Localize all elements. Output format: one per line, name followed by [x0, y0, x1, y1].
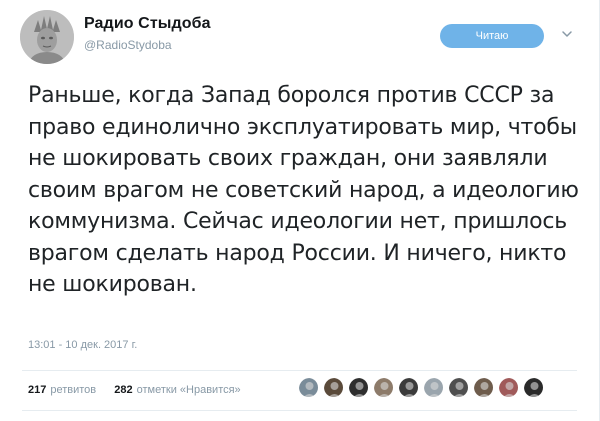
- likes-label: отметки «Нравится»: [136, 384, 241, 396]
- liker-avatar-2[interactable]: [323, 377, 344, 398]
- retweets-stat[interactable]: 217 ретвитов: [28, 384, 96, 396]
- liker-avatar-7[interactable]: [448, 377, 469, 398]
- retweets-label: ретвитов: [50, 384, 97, 396]
- following-button[interactable]: Читаю: [440, 24, 544, 48]
- user-avatar-icon: [449, 378, 468, 397]
- user-avatar-icon: [299, 378, 318, 397]
- tweet-text: Раньше, когда Запад боролся против СССР …: [28, 83, 579, 297]
- engagement-stats: 217 ретвитов 282 отметки «Нравится»: [28, 384, 241, 398]
- user-avatar-icon: [374, 378, 393, 397]
- user-avatar-icon: [524, 378, 543, 397]
- tweet-card: Радио Стыдоба @RadioStydoba Читаю Раньше…: [0, 0, 600, 421]
- user-avatar-icon: [324, 378, 343, 397]
- profile-avatar[interactable]: [20, 10, 74, 64]
- liker-avatar-3[interactable]: [348, 377, 369, 398]
- user-avatar-icon: [424, 378, 443, 397]
- user-avatar-icon: [349, 378, 368, 397]
- likes-stat[interactable]: 282 отметки «Нравится»: [114, 384, 240, 396]
- liberty-statue-icon: [20, 10, 74, 64]
- account-name[interactable]: Радио Стыдоба: [84, 15, 211, 33]
- stats-top-divider: [22, 370, 577, 371]
- user-avatar-icon: [399, 378, 418, 397]
- retweets-count: 217: [28, 384, 47, 396]
- liker-avatar-8[interactable]: [473, 377, 494, 398]
- user-avatar-icon: [474, 378, 493, 397]
- liker-avatar-1[interactable]: [298, 377, 319, 398]
- account-handle[interactable]: @RadioStydoba: [84, 38, 172, 52]
- chevron-down-icon[interactable]: [560, 27, 574, 41]
- tweet-timestamp[interactable]: 13:01 - 10 дек. 2017 г.: [28, 339, 137, 351]
- liker-avatar-4[interactable]: [373, 377, 394, 398]
- liker-avatar-10[interactable]: [523, 377, 544, 398]
- liker-avatar-5[interactable]: [398, 377, 419, 398]
- user-avatar-icon: [499, 378, 518, 397]
- liker-avatar-6[interactable]: [423, 377, 444, 398]
- stats-bottom-divider: [22, 410, 577, 411]
- likes-count: 282: [114, 384, 133, 396]
- likers-avatar-row: [298, 377, 548, 401]
- liker-avatar-9[interactable]: [498, 377, 519, 398]
